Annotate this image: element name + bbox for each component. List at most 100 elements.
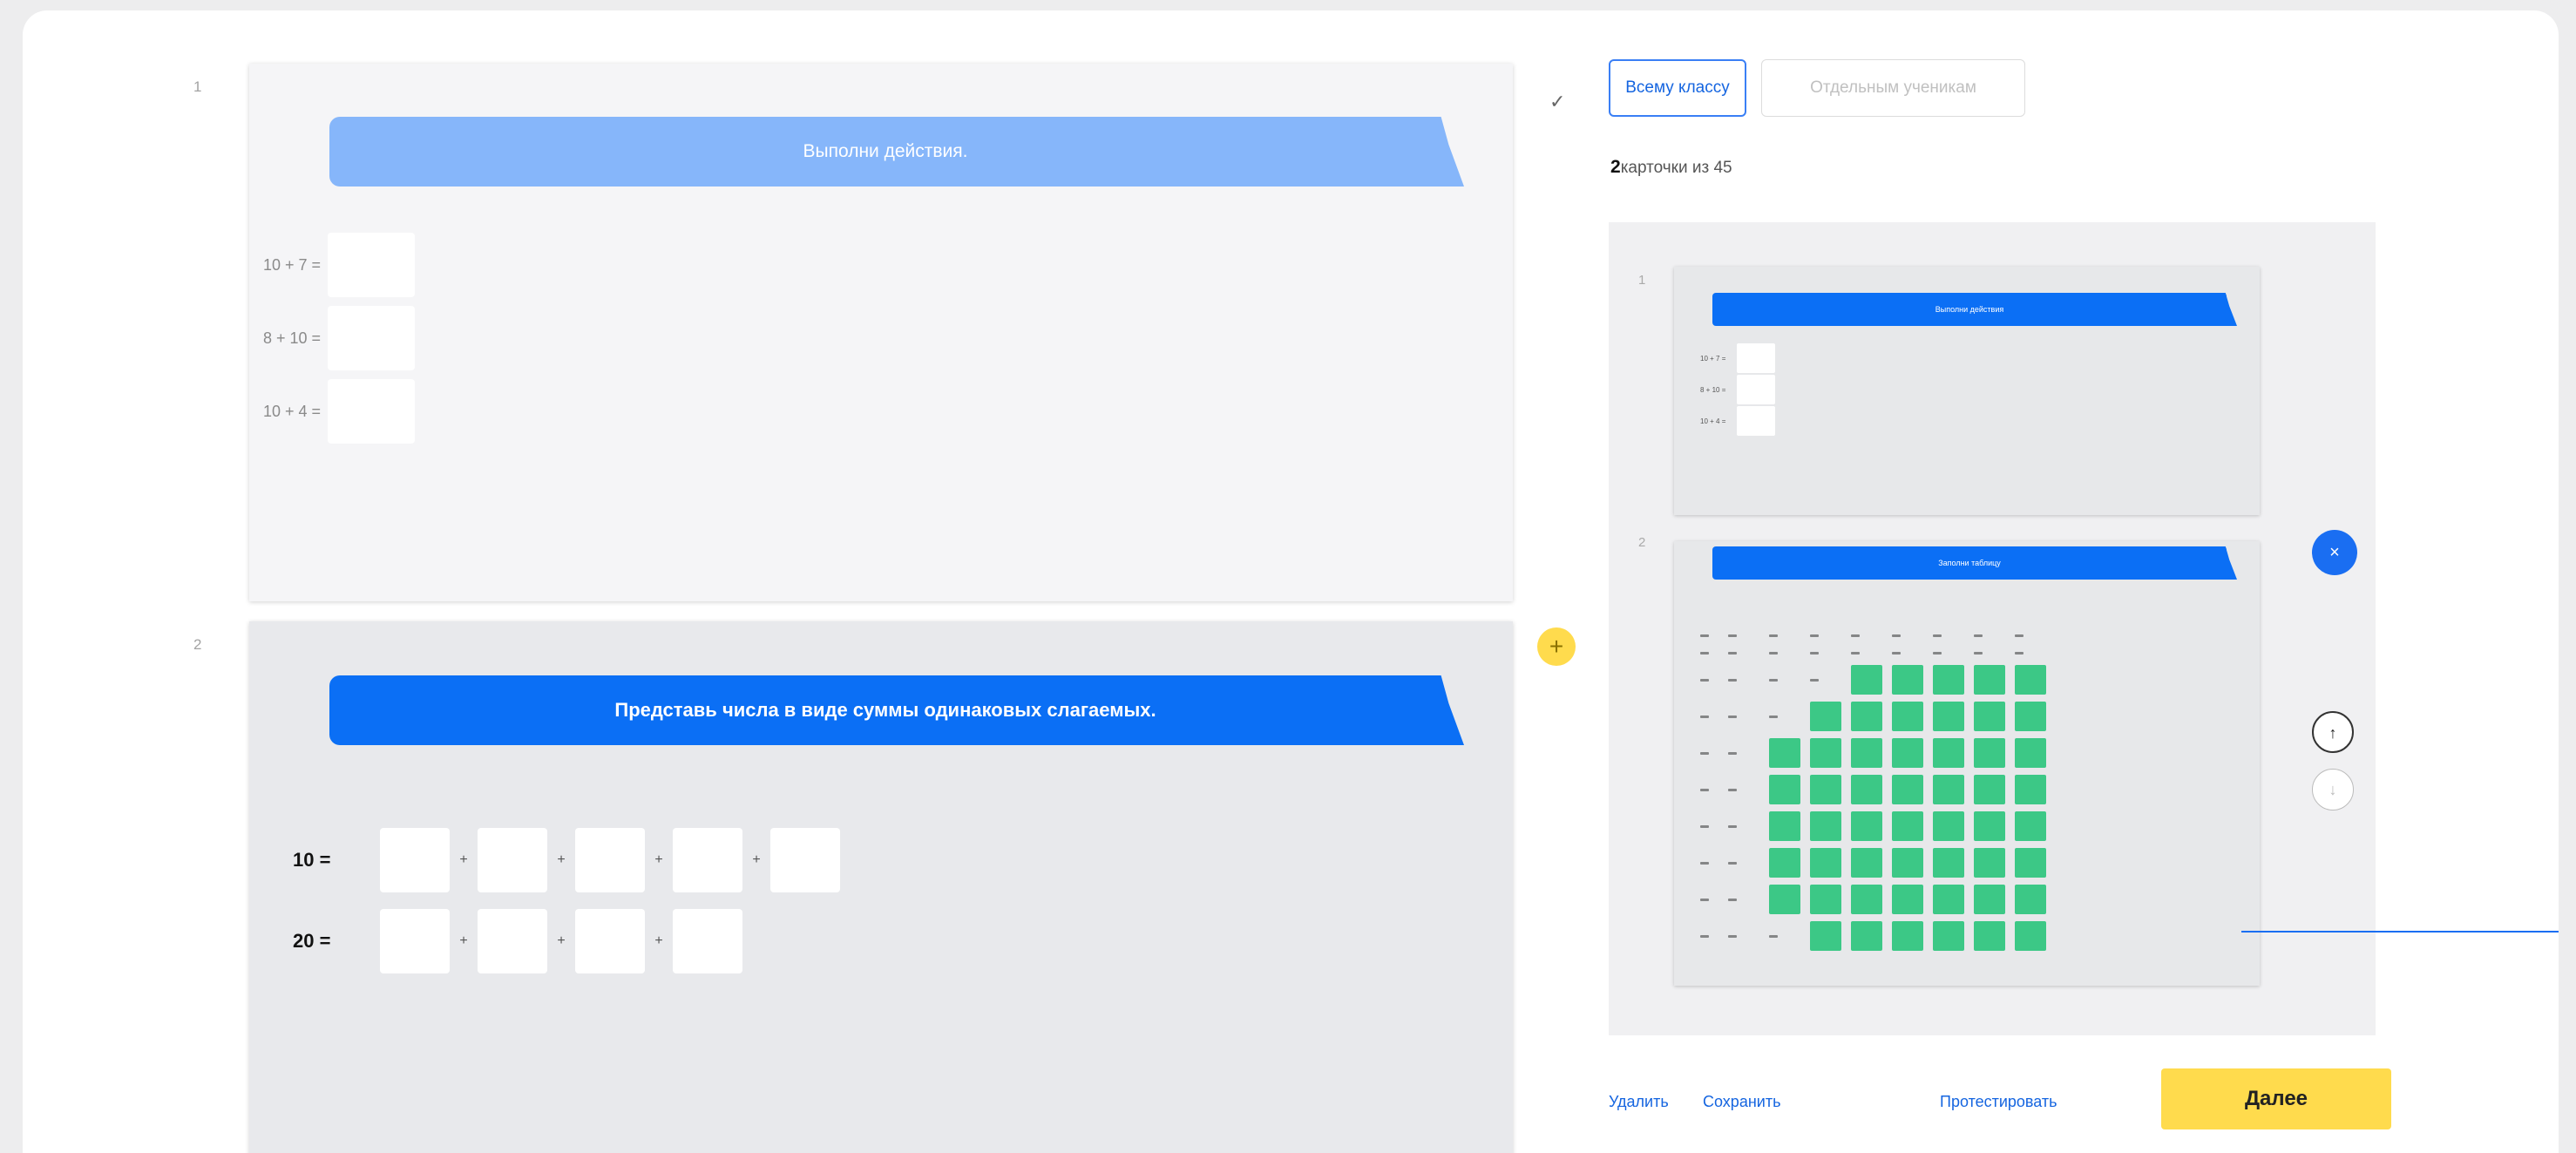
delete-link[interactable]: Удалить bbox=[1609, 1093, 1669, 1111]
preview-grid-cell bbox=[1933, 738, 1974, 768]
next-button[interactable]: Далее bbox=[2161, 1068, 2391, 1129]
preview-grid-cell bbox=[1933, 811, 1974, 841]
answer-box[interactable] bbox=[328, 379, 415, 444]
preview-grid-filled-cell bbox=[1892, 775, 1923, 804]
preview-grid-cell bbox=[1769, 634, 1810, 637]
preview-grid-cell bbox=[1892, 848, 1933, 878]
task-card-2[interactable]: Представь числа в виде суммы одинаковых … bbox=[249, 621, 1513, 1153]
answer-box[interactable] bbox=[575, 909, 645, 973]
arrow-down-icon[interactable]: ↓ bbox=[2312, 769, 2354, 810]
task-card-1[interactable]: Выполни действия. 10 + 7 = 8 + 10 = 10 +… bbox=[249, 64, 1513, 601]
answer-box[interactable] bbox=[380, 909, 450, 973]
preview-grid-cell bbox=[1892, 665, 1933, 695]
answer-box[interactable] bbox=[328, 233, 415, 297]
answer-box[interactable] bbox=[673, 909, 742, 973]
plus-sign: + bbox=[654, 933, 663, 948]
preview-grid-filled-cell bbox=[1974, 702, 2005, 731]
preview-grid-number bbox=[1728, 788, 1737, 791]
selected-count: 2 bbox=[1610, 157, 1621, 177]
preview-card-2[interactable]: Заполни таблицу bbox=[1674, 541, 2260, 986]
tab-individual-students[interactable]: Отдельным ученикам bbox=[1761, 59, 2025, 117]
preview-grid-filled-cell bbox=[2015, 811, 2046, 841]
preview-grid-cell bbox=[1851, 811, 1892, 841]
preview-title-banner: Заполни таблицу bbox=[1712, 546, 2227, 580]
preview-grid-filled-cell bbox=[1851, 885, 1882, 914]
preview-grid-cell bbox=[1974, 921, 2015, 951]
preview-grid-cell bbox=[1700, 824, 1728, 828]
arrow-up-icon[interactable]: ↑ bbox=[2312, 711, 2354, 753]
preview-grid-number bbox=[1851, 651, 1860, 654]
plus-sign: + bbox=[557, 852, 566, 867]
preview-grid-cell bbox=[1810, 848, 1851, 878]
test-link[interactable]: Протестировать bbox=[1940, 1093, 2057, 1111]
answer-box[interactable] bbox=[575, 828, 645, 892]
preview-grid-cell bbox=[1933, 848, 1974, 878]
preview-grid-filled-cell bbox=[1810, 738, 1841, 768]
preview-grid-filled-cell bbox=[1892, 848, 1923, 878]
preview-grid-cell bbox=[2015, 775, 2056, 804]
answer-box[interactable] bbox=[328, 306, 415, 370]
preview-grid-cell bbox=[1974, 665, 2015, 695]
preview-grid-number bbox=[1700, 824, 1709, 828]
preview-grid-filled-cell bbox=[1810, 921, 1841, 951]
preview-equation-label: 10 + 7 = bbox=[1700, 354, 1726, 363]
preview-grid-filled-cell bbox=[2015, 885, 2046, 914]
main-panel: 1 Выполни действия. 10 + 7 = 8 + 10 = 10… bbox=[23, 10, 2559, 1153]
answer-box[interactable] bbox=[478, 828, 547, 892]
close-icon[interactable]: × bbox=[2312, 530, 2357, 575]
sum-row: 10 = + + + + bbox=[284, 828, 840, 892]
preview-grid-number bbox=[1974, 651, 1983, 654]
preview-grid-cell bbox=[1974, 811, 2015, 841]
preview-grid-filled-cell bbox=[1892, 811, 1923, 841]
preview-grid-number bbox=[1769, 678, 1778, 682]
answer-box[interactable] bbox=[770, 828, 840, 892]
preview-grid-filled-cell bbox=[1851, 848, 1882, 878]
preview-card-1[interactable]: Выполни действия 10 + 7 = 8 + 10 = 10 + … bbox=[1674, 267, 2260, 515]
preview-grid-filled-cell bbox=[1810, 811, 1841, 841]
answer-box[interactable] bbox=[673, 828, 742, 892]
preview-grid-row bbox=[1700, 644, 2056, 661]
preview-grid-cell bbox=[1728, 824, 1769, 828]
preview-grid-number bbox=[1769, 651, 1778, 654]
preview-grid-cell bbox=[1810, 634, 1851, 637]
preview-grid-number bbox=[1700, 751, 1709, 755]
preview-grid-filled-cell bbox=[1892, 702, 1923, 731]
preview-grid-number bbox=[1769, 715, 1778, 718]
preview-grid-cell bbox=[1933, 651, 1974, 654]
preview-grid-number bbox=[1728, 751, 1737, 755]
preview-grid-number bbox=[2015, 634, 2024, 637]
preview-grid-filled-cell bbox=[1892, 665, 1923, 695]
preview-grid-cell bbox=[1933, 885, 1974, 914]
card-number: 2 bbox=[193, 636, 202, 653]
plus-sign: + bbox=[459, 852, 468, 867]
preview-grid-row bbox=[1700, 698, 2056, 735]
preview-grid-number bbox=[1700, 934, 1709, 938]
tab-whole-class[interactable]: Всему классу bbox=[1609, 59, 1746, 117]
preview-grid-cell bbox=[1700, 934, 1728, 938]
plus-sign: + bbox=[654, 852, 663, 867]
preview-grid-cell bbox=[1769, 934, 1810, 938]
preview-equation-label: 10 + 4 = bbox=[1700, 417, 1726, 425]
preview-grid-filled-cell bbox=[2015, 775, 2046, 804]
preview-grid-cell bbox=[1700, 861, 1728, 865]
save-link[interactable]: Сохранить bbox=[1703, 1093, 1780, 1111]
preview-grid-cell bbox=[1851, 848, 1892, 878]
preview-grid-cell bbox=[1728, 651, 1769, 654]
preview-grid-filled-cell bbox=[1851, 811, 1882, 841]
answer-box[interactable] bbox=[478, 909, 547, 973]
card-number: 1 bbox=[193, 78, 202, 95]
preview-grid-number bbox=[1700, 898, 1709, 901]
preview-equation: 10 + 7 = bbox=[1700, 343, 1775, 373]
preview-grid-cell bbox=[2015, 811, 2056, 841]
preview-grid-cell bbox=[1851, 921, 1892, 951]
add-card-icon[interactable]: + bbox=[1537, 627, 1576, 666]
preview-grid-number bbox=[1933, 651, 1942, 654]
preview-grid-row bbox=[1700, 918, 2056, 954]
preview-grid-cell bbox=[1769, 848, 1810, 878]
preview-grid-cell bbox=[1769, 811, 1810, 841]
preview-grid-row bbox=[1700, 881, 2056, 918]
answer-box[interactable] bbox=[380, 828, 450, 892]
preview-grid-cell bbox=[1700, 788, 1728, 791]
preview-grid-cell bbox=[1728, 934, 1769, 938]
preview-card-number: 1 bbox=[1638, 273, 1646, 288]
